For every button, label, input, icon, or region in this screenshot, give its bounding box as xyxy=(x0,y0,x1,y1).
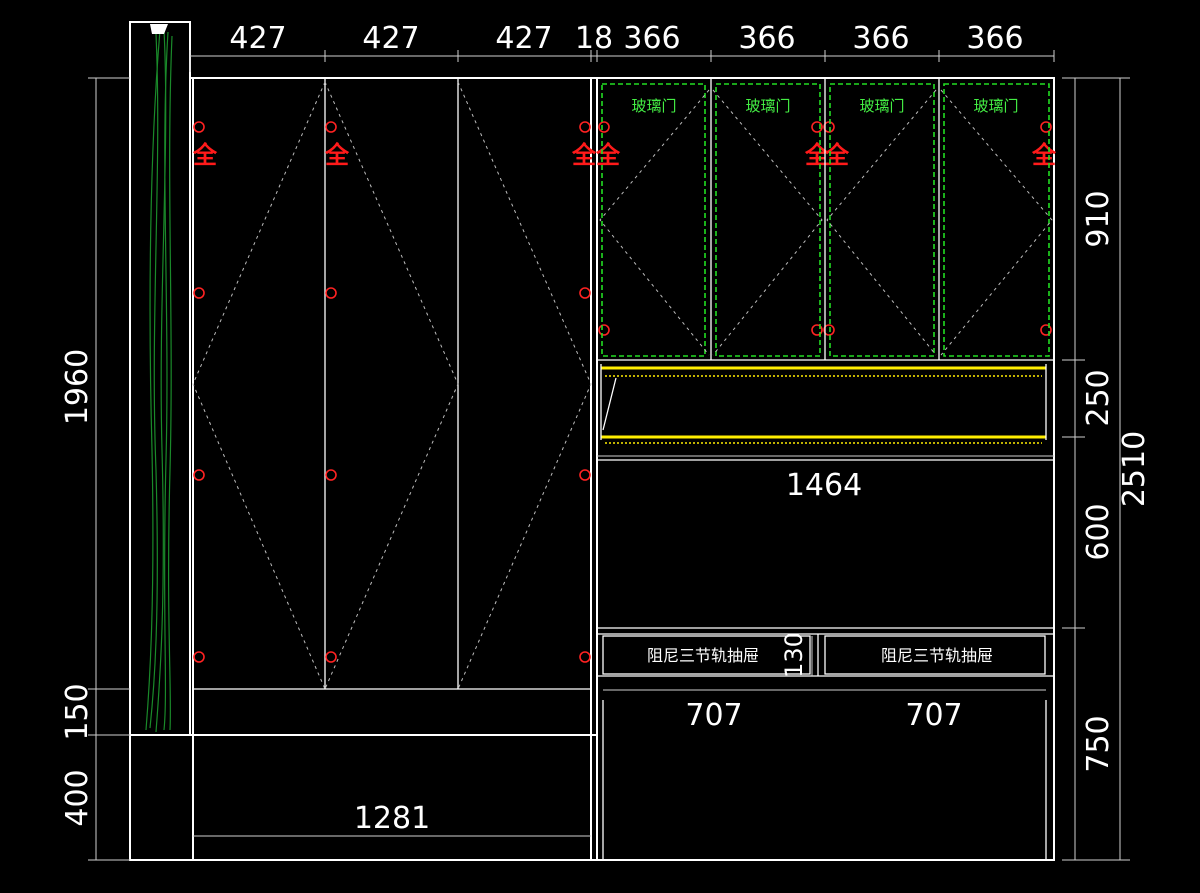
dim-drawer-height: 130 xyxy=(780,632,808,678)
cabinet-frame xyxy=(129,77,1055,861)
hinge-label: 全 xyxy=(571,141,597,169)
dim-top-5: 366 xyxy=(623,21,680,56)
dim-top-6: 366 xyxy=(738,21,795,56)
hinge-label: 全 xyxy=(595,141,621,169)
dim-left-2: 150 xyxy=(60,683,95,740)
hinge-markers: 全 全 全 全 全 全 全 xyxy=(192,121,1057,663)
dim-overall-height: 2510 xyxy=(1117,431,1152,507)
drawer-section: 阻尼三节轨抽屉 阻尼三节轨抽屉 xyxy=(597,627,1054,860)
dim-right-3: 600 xyxy=(1081,503,1116,560)
dim-right-1: 910 xyxy=(1081,190,1116,247)
dim-left-1: 1960 xyxy=(60,349,95,425)
hinge-label: 全 xyxy=(824,141,850,169)
dim-top-4: 18 xyxy=(575,21,613,56)
dim-upper-width: 1464 xyxy=(786,468,862,503)
curtain-drape xyxy=(145,24,173,733)
dim-right-4: 750 xyxy=(1081,715,1116,772)
dim-top-2: 427 xyxy=(362,21,419,56)
open-niche xyxy=(597,364,1054,461)
hinge-label: 全 xyxy=(192,141,218,169)
dim-top-1: 427 xyxy=(229,21,286,56)
wardrobe-doors xyxy=(192,78,592,690)
glass-door-label: 玻璃门 xyxy=(631,97,676,115)
glass-door-label: 玻璃门 xyxy=(973,97,1018,115)
drawer-label: 阻尼三节轨抽屉 xyxy=(881,646,993,665)
side-column xyxy=(129,21,191,736)
dim-top-8: 366 xyxy=(966,21,1023,56)
glass-door-label: 玻璃门 xyxy=(859,97,904,115)
dim-right-2: 250 xyxy=(1081,369,1116,426)
hinge-label: 全 xyxy=(1031,141,1057,169)
dim-left-3: 400 xyxy=(60,769,95,826)
dimension-lines xyxy=(88,50,1130,861)
hinge-label: 全 xyxy=(324,141,350,169)
glass-door-label: 玻璃门 xyxy=(745,97,790,115)
glass-doors: 玻璃门 玻璃门 玻璃门 玻璃门 xyxy=(597,78,1054,361)
drawer-label: 阻尼三节轨抽屉 xyxy=(647,646,759,665)
dim-drawer-width-1: 707 xyxy=(685,698,742,733)
cabinet-elevation-drawing: 全 全 全 全 全 全 全 玻璃门 玻璃门 玻璃门 玻璃门 阻尼三节轨抽屉 阻尼… xyxy=(60,21,1152,861)
dim-top-7: 366 xyxy=(852,21,909,56)
dim-drawer-width-2: 707 xyxy=(905,698,962,733)
dim-top-3: 427 xyxy=(495,21,552,56)
dim-bottom-width: 1281 xyxy=(354,801,430,836)
